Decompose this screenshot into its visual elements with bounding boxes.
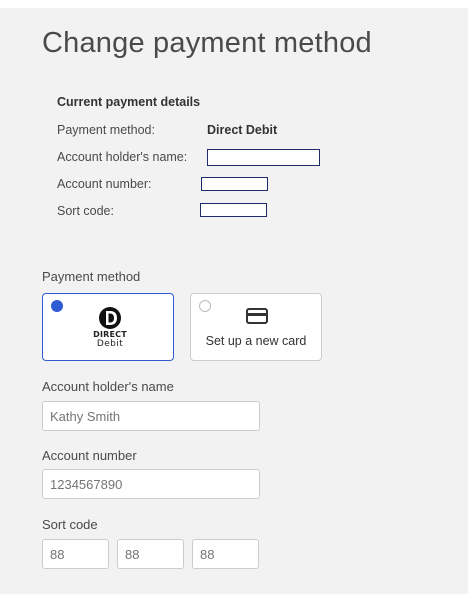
- current-account-number-value: [201, 177, 268, 191]
- payment-method-label: Payment method: [42, 269, 141, 284]
- current-payment-method-label: Payment method:: [57, 123, 155, 137]
- payment-panel: Change payment method Current payment de…: [0, 8, 468, 594]
- sort-code-input-1[interactable]: [42, 539, 109, 569]
- current-holder-name-value: [207, 149, 320, 166]
- current-sort-code-label: Sort code:: [57, 204, 114, 218]
- new-card-option[interactable]: Set up a new card: [190, 293, 322, 361]
- new-card-label: Set up a new card: [205, 334, 307, 348]
- current-sort-code-value: [200, 203, 267, 217]
- credit-card-icon: [246, 308, 268, 324]
- sort-code-input-3[interactable]: [192, 539, 259, 569]
- sort-code-label: Sort code: [42, 517, 98, 532]
- direct-debit-logo-line1: DIRECT: [93, 330, 127, 339]
- holder-name-label: Account holder's name: [42, 379, 174, 394]
- direct-debit-logo-line2: Debit: [96, 339, 124, 349]
- current-payment-method-value: Direct Debit: [207, 123, 278, 137]
- account-number-input[interactable]: [42, 469, 260, 499]
- current-account-number-label: Account number:: [57, 177, 152, 191]
- account-number-label: Account number: [42, 448, 137, 463]
- direct-debit-option[interactable]: DIRECT Debit: [42, 293, 174, 361]
- current-details-heading: Current payment details: [57, 95, 201, 109]
- holder-name-input[interactable]: [42, 401, 260, 431]
- direct-debit-radio[interactable]: [51, 300, 63, 312]
- direct-debit-icon: [99, 307, 121, 329]
- direct-debit-logo: DIRECT Debit: [89, 306, 131, 350]
- current-holder-name-label: Account holder's name:: [57, 150, 188, 164]
- sort-code-input-2[interactable]: [117, 539, 184, 569]
- new-card-radio[interactable]: [199, 300, 211, 312]
- page-title: Change payment method: [42, 27, 372, 59]
